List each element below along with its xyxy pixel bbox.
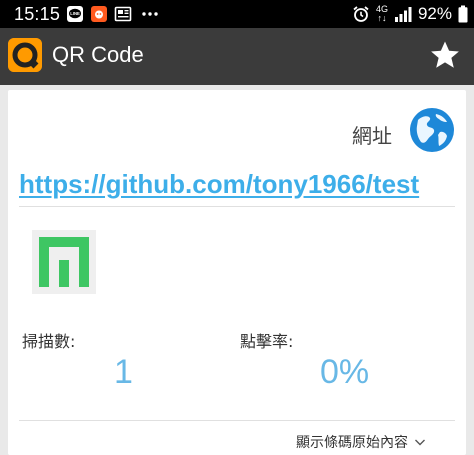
status-time: 15:15 (14, 4, 61, 24)
more-notifications-icon (142, 12, 158, 16)
click-rate-label: 點擊率: (240, 332, 294, 351)
result-type-label: 網址 (352, 124, 392, 148)
notification-app-icon (91, 6, 107, 22)
signal-icon (394, 7, 412, 22)
news-icon (114, 6, 132, 22)
app-bar: QR Code (0, 28, 474, 85)
chevron-down-icon (415, 439, 425, 446)
alarm-icon (353, 6, 369, 22)
line-icon: LINE (67, 6, 83, 22)
battery-icon (458, 5, 468, 23)
app-logo-icon (8, 38, 42, 72)
svg-text:LINE: LINE (70, 11, 80, 16)
battery-percent: 92% (417, 4, 452, 23)
status-bar: 15:15 LINE 4G ↑↓ 92% (0, 0, 474, 28)
qr-thumbnail (32, 230, 96, 294)
scans-value: 1 (114, 353, 133, 391)
status-right: 4G ↑↓ 92% (352, 3, 468, 25)
click-rate-value: 0% (320, 353, 370, 391)
app-title: QR Code (52, 42, 144, 67)
show-raw-content-button[interactable]: 顯示條碼原始內容 (296, 432, 426, 452)
result-url-link[interactable]: https://github.com/tony1966/test (19, 169, 419, 200)
divider (19, 206, 455, 207)
globe-icon (410, 108, 454, 152)
show-raw-content-label: 顯示條碼原始內容 (296, 435, 408, 451)
network-type: 4G ↑↓ (375, 4, 388, 23)
result-card: 網址 https://github.com/tony1966/test 掃描數:… (8, 90, 466, 455)
favorite-star-icon[interactable] (428, 38, 462, 72)
divider (19, 420, 455, 421)
scans-label: 掃描數: (22, 332, 76, 351)
